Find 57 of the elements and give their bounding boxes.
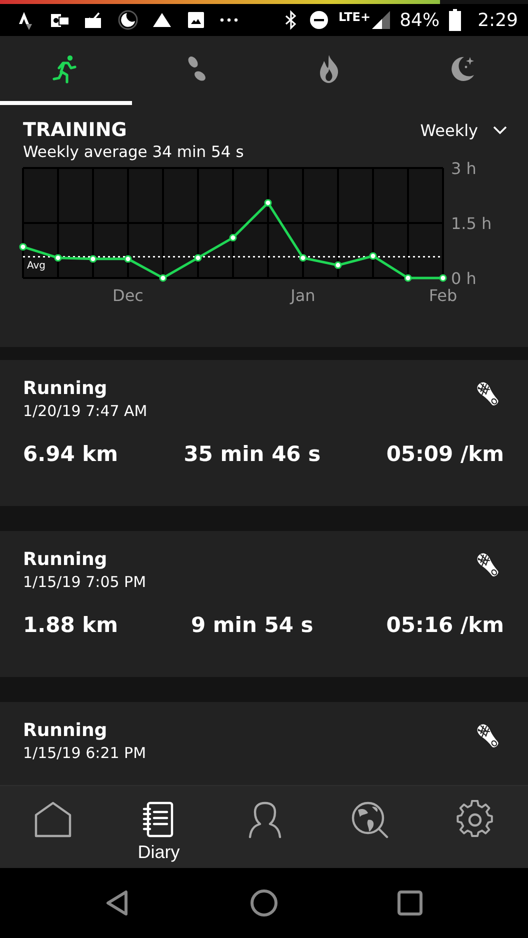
moon-icon [118, 10, 138, 30]
data-point [264, 199, 272, 207]
activity-date: 1/15/19 7:05 PM [23, 573, 146, 591]
more-icon [220, 18, 238, 22]
duration-value: 9 min 54 s [190, 613, 314, 637]
battery-icon [448, 9, 461, 31]
activity-date: 1/15/19 6:21 PM [23, 744, 146, 762]
chevron-down-icon [492, 125, 508, 135]
network-label: LTE+ [338, 10, 371, 24]
distance-value: 6.94 km [23, 442, 118, 466]
x-tick-label: Jan [290, 286, 316, 305]
y-tick-label: 0 h [451, 269, 476, 288]
data-point [194, 254, 202, 262]
activity-card[interactable]: Running 1/15/19 7:05 PM 1.88 km 9 min 54 s 05:16 /km [0, 531, 528, 677]
activity-card[interactable]: Running 1/20/19 7:47 AM 6.94 km 35 min 46 s 05:09 /km [0, 360, 528, 506]
house-icon [32, 800, 73, 840]
data-point [404, 274, 412, 282]
pace-value: 05:09 /km [386, 442, 504, 466]
globe-search-icon [350, 800, 390, 840]
x-tick-label: Feb [428, 286, 458, 305]
gear-icon [455, 800, 496, 840]
data-point [334, 261, 342, 269]
weekly-average: Weekly average 34 min 54 s [22, 142, 245, 161]
nav-item[interactable] [350, 800, 390, 840]
nav-item[interactable] [455, 800, 496, 840]
activity-type: Running [23, 549, 108, 570]
activity-type: Running [23, 720, 108, 741]
battery-percent: 84% [400, 10, 440, 30]
y-tick-label: 1.5 h [451, 214, 492, 233]
section-title: TRAINING [23, 119, 127, 141]
data-point [229, 234, 237, 242]
activity-type: Running [23, 378, 108, 399]
data-point [369, 252, 377, 260]
data-point [439, 274, 447, 282]
image-icon [186, 10, 206, 30]
data-point [19, 243, 27, 251]
do-not-disturb-icon [309, 10, 330, 30]
average-label: Avg [27, 260, 46, 272]
recents-icon[interactable] [396, 889, 424, 917]
clock-time: 2:29 [478, 10, 518, 30]
data-point [159, 274, 167, 282]
x-tick-label: Dec [112, 286, 144, 305]
distance-value: 1.88 km [23, 613, 118, 637]
period-dropdown[interactable]: Weekly [420, 120, 508, 140]
home-circle-icon[interactable] [250, 889, 278, 917]
data-point [89, 255, 97, 263]
duration-value: 35 min 46 s [184, 442, 321, 466]
data-point [299, 254, 307, 262]
data-point [124, 255, 132, 263]
nav-item[interactable] [32, 800, 73, 840]
pace-value: 05:16 /km [386, 613, 504, 637]
data-point [54, 254, 62, 262]
activity-card[interactable]: Running 1/15/19 6:21 PM [0, 702, 528, 785]
y-tick-label: 3 h [451, 159, 476, 178]
nav-item[interactable]: Diary [138, 800, 180, 863]
activity-date: 1/20/19 7:47 AM [23, 402, 148, 420]
signal-icon [370, 10, 391, 30]
